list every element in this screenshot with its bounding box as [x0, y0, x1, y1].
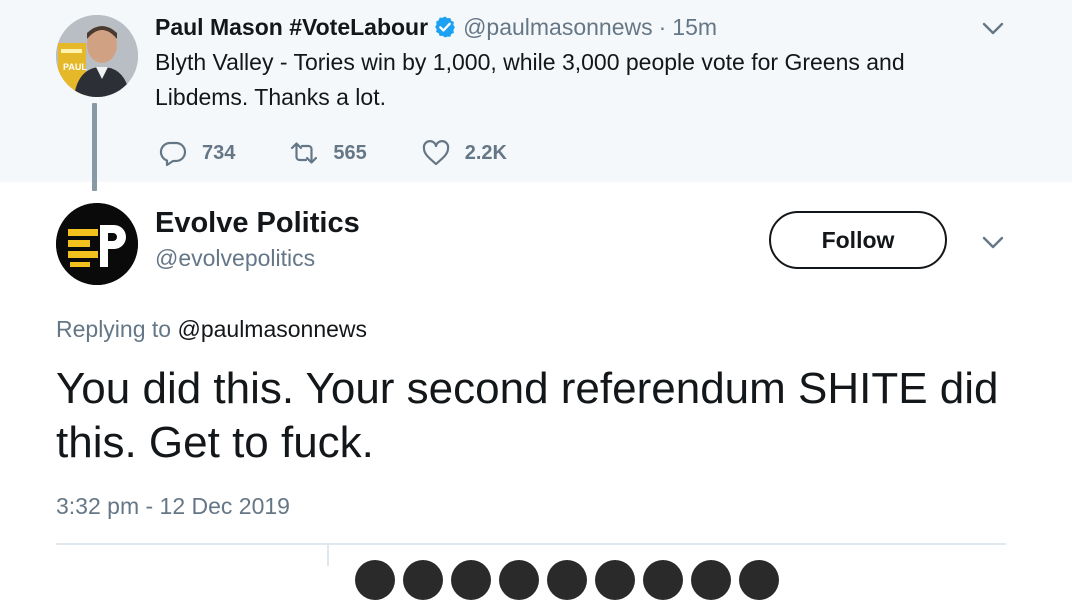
- stats-divider: [56, 543, 1006, 545]
- liker-avatar[interactable]: [403, 560, 443, 600]
- liker-avatars-row[interactable]: [355, 560, 787, 600]
- heart-icon: [421, 138, 451, 168]
- parent-author-handle[interactable]: @paulmasonnews: [463, 14, 653, 41]
- liker-avatar[interactable]: [739, 560, 779, 600]
- liker-avatar[interactable]: [499, 560, 539, 600]
- reply-button[interactable]: 734: [158, 138, 235, 168]
- parent-tweet-header: Paul Mason #VoteLabour @paulmasonnews · …: [155, 12, 717, 42]
- parent-tweet-menu-chevron-down-icon[interactable]: [979, 14, 1007, 42]
- like-count: 2.2K: [464, 141, 507, 164]
- parent-tweet-time[interactable]: 15m: [672, 14, 717, 41]
- reply-author-avatar[interactable]: [56, 203, 138, 285]
- liker-avatar[interactable]: [595, 560, 635, 600]
- parent-tweet-text: Blyth Valley - Tories win by 1,000, whil…: [155, 49, 905, 110]
- retweet-button[interactable]: 565: [289, 138, 367, 168]
- follow-button[interactable]: Follow: [769, 211, 947, 269]
- liker-avatar[interactable]: [355, 560, 395, 600]
- parent-author-avatar[interactable]: PAUL: [56, 15, 138, 97]
- parent-author-name[interactable]: Paul Mason #VoteLabour: [155, 14, 428, 41]
- stats-vertical-divider: [327, 545, 329, 566]
- verified-badge-icon: [433, 15, 457, 39]
- reply-count: 734: [202, 141, 236, 164]
- avatar-badge-text: PAUL: [63, 62, 87, 72]
- parent-tweet-actions: 734 565 2.2K: [158, 136, 507, 170]
- reply-tweet-menu-chevron-down-icon[interactable]: [979, 228, 1007, 256]
- like-button[interactable]: 2.2K: [421, 138, 507, 168]
- liker-avatar[interactable]: [643, 560, 683, 600]
- replying-to-line: Replying to @paulmasonnews: [56, 316, 367, 343]
- liker-avatar[interactable]: [691, 560, 731, 600]
- liker-avatar[interactable]: [547, 560, 587, 600]
- reply-author-name[interactable]: Evolve Politics: [155, 207, 360, 240]
- retweet-count: 565: [333, 141, 367, 164]
- replying-to-label: Replying to: [56, 316, 172, 342]
- reply-tweet-text: You did this. Your second referendum SHI…: [56, 364, 999, 467]
- thread-connector-line: [92, 103, 97, 191]
- reply-bubble-icon: [158, 138, 188, 168]
- replying-to-mention[interactable]: @paulmasonnews: [177, 316, 367, 342]
- retweet-icon: [289, 138, 319, 168]
- reply-author-handle[interactable]: @evolvepolitics: [155, 245, 315, 272]
- reply-tweet-timestamp[interactable]: 3:32 pm - 12 Dec 2019: [56, 493, 290, 520]
- liker-avatar[interactable]: [451, 560, 491, 600]
- header-separator: ·: [658, 13, 667, 40]
